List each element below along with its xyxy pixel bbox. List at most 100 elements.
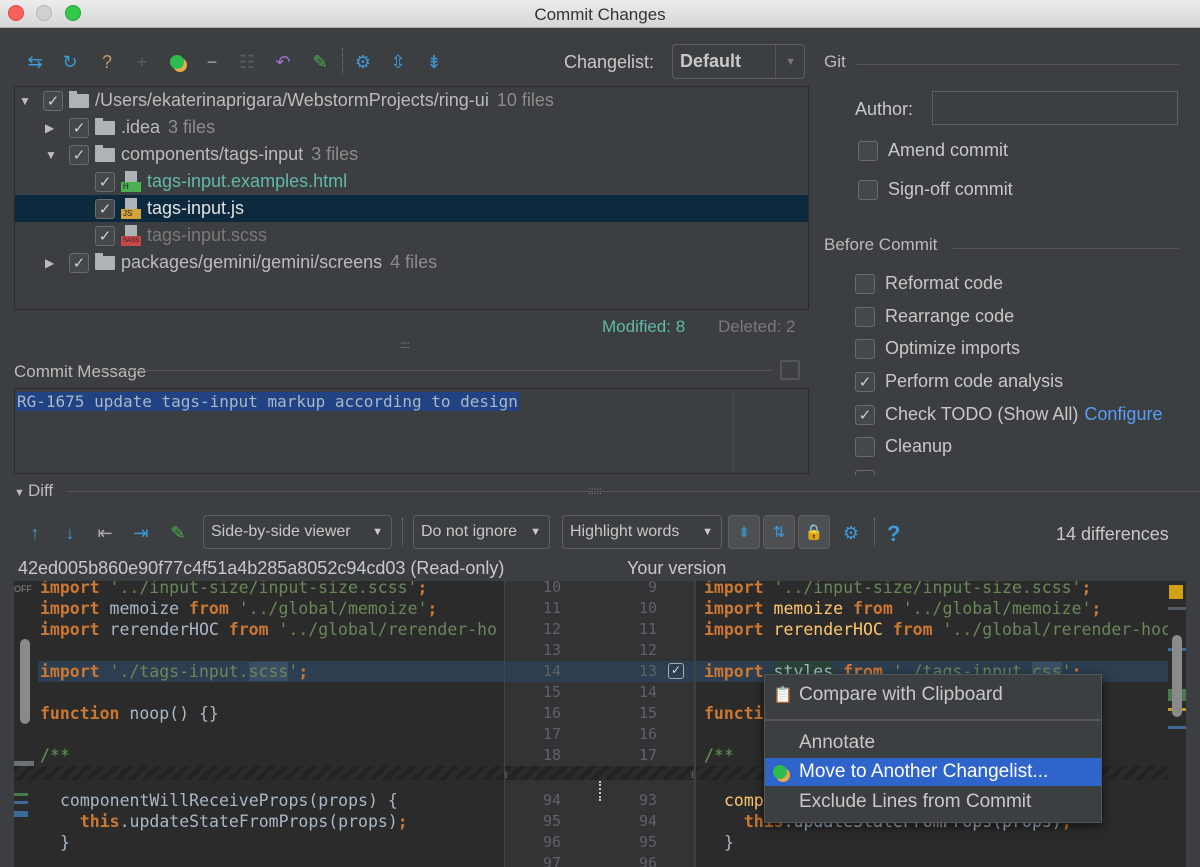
cleanup-checkbox[interactable]: Cleanup bbox=[855, 436, 952, 457]
row-checkbox[interactable]: ✓ bbox=[43, 90, 63, 111]
checkbox[interactable] bbox=[855, 306, 875, 327]
left-gutter-scrollbar[interactable] bbox=[20, 639, 30, 724]
checkbox[interactable] bbox=[855, 338, 875, 359]
rollback-icon[interactable]: ↶ bbox=[272, 51, 294, 73]
help-icon[interactable]: ? bbox=[887, 521, 900, 547]
row-checkbox[interactable]: ✓ bbox=[95, 225, 115, 246]
group-by-icon[interactable]: ☷ bbox=[236, 51, 258, 73]
checkbox[interactable] bbox=[858, 140, 878, 161]
checkbox[interactable]: ✓ bbox=[855, 371, 875, 392]
commit-message-input[interactable]: RG-1675 update tags-input markup accordi… bbox=[14, 388, 809, 474]
toolbar-separator bbox=[342, 48, 343, 74]
row-checkbox[interactable]: ✓ bbox=[95, 171, 115, 192]
left-editor[interactable]: OFF import '../input-size/input-size.scs… bbox=[14, 581, 504, 867]
line-number: 95 bbox=[542, 812, 561, 830]
collapse-arrow-icon[interactable]: ▶ bbox=[45, 256, 57, 270]
code-analysis-checkbox[interactable]: ✓ Perform code analysis bbox=[855, 371, 1063, 392]
viewer-dropdown[interactable]: Side-by-side viewer ▼ bbox=[203, 515, 392, 549]
row-checkbox[interactable]: ✓ bbox=[95, 198, 115, 219]
unversioned-files-icon[interactable]: ? bbox=[96, 51, 118, 73]
tree-row-idea[interactable]: ▶ ✓ .idea 3 files bbox=[15, 114, 808, 141]
optimize-imports-checkbox[interactable]: Optimize imports bbox=[855, 338, 1020, 359]
configure-link[interactable]: Configure bbox=[1084, 404, 1162, 425]
remove-icon[interactable]: − bbox=[201, 51, 223, 73]
menu-item-label: Move to Another Changelist... bbox=[799, 761, 1049, 782]
scrollbar-track[interactable] bbox=[1186, 581, 1200, 867]
collapse-unchanged-button[interactable]: ⇟ bbox=[728, 515, 760, 549]
splitter-handle[interactable]: ::::: bbox=[588, 486, 602, 497]
reformat-code-checkbox[interactable]: Reformat code bbox=[855, 273, 1003, 294]
line-number: 16 bbox=[542, 704, 561, 722]
splitter-handle[interactable] bbox=[599, 781, 602, 801]
line-number: 15 bbox=[638, 704, 657, 722]
rearrange-code-checkbox[interactable]: Rearrange code bbox=[855, 306, 1014, 327]
diff-label: Diff bbox=[27, 481, 54, 500]
warning-marker[interactable] bbox=[1169, 585, 1183, 599]
expand-fold-icon[interactable]: ⊞ bbox=[505, 770, 507, 781]
commit-message-text[interactable]: RG-1675 update tags-input markup accordi… bbox=[16, 392, 519, 411]
row-checkbox[interactable]: ✓ bbox=[69, 117, 89, 138]
highlight-dropdown[interactable]: Highlight words ▼ bbox=[562, 515, 722, 549]
code-line: componentWillReceiveProps(props) { bbox=[60, 791, 398, 810]
previous-file-icon[interactable]: ⇤ bbox=[94, 522, 116, 544]
refresh-icon[interactable]: ↻ bbox=[59, 51, 81, 73]
move-to-changelist-icon bbox=[773, 765, 787, 779]
author-input[interactable] bbox=[932, 91, 1178, 125]
changelist-dropdown[interactable]: Default ▼ bbox=[672, 44, 805, 79]
tree-row-root[interactable]: ▼ ✓ /Users/ekaterinaprigara/WebstormProj… bbox=[15, 87, 808, 114]
next-file-icon[interactable]: ⇥ bbox=[130, 522, 152, 544]
collapse-all-icon[interactable]: ⇟ bbox=[423, 51, 445, 73]
diff-section-toggle[interactable]: ▼ Diff bbox=[14, 481, 53, 501]
expand-arrow-icon[interactable]: ▼ bbox=[45, 148, 57, 162]
error-stripe[interactable] bbox=[1168, 581, 1186, 867]
menu-item-exclude-lines[interactable]: Exclude Lines from Commit bbox=[765, 788, 1101, 816]
collapsed-region[interactable] bbox=[14, 766, 504, 780]
checkbox-label: Reformat code bbox=[885, 273, 1004, 293]
tree-row-components[interactable]: ▼ ✓ components/tags-input 3 files bbox=[15, 141, 808, 168]
change-marker bbox=[1168, 607, 1186, 610]
js-file-icon: JS bbox=[121, 197, 141, 220]
checkbox[interactable] bbox=[858, 179, 878, 200]
move-to-changelist-icon[interactable] bbox=[166, 51, 188, 73]
ignore-whitespace-dropdown[interactable]: Do not ignore ▼ bbox=[413, 515, 550, 549]
menu-item-move-to-changelist[interactable]: Move to Another Changelist... bbox=[765, 758, 1101, 786]
file-count: 4 files bbox=[390, 252, 438, 272]
menu-item-compare-clipboard[interactable]: 📋 Compare with Clipboard bbox=[765, 681, 1101, 709]
edit-source-icon[interactable]: ✎ bbox=[167, 522, 189, 544]
menu-item-annotate[interactable]: Annotate bbox=[765, 729, 1101, 757]
row-checkbox[interactable]: ✓ bbox=[69, 144, 89, 165]
add-icon[interactable]: + bbox=[131, 51, 153, 73]
row-checkbox[interactable]: ✓ bbox=[69, 252, 89, 273]
tree-row-file-scss[interactable]: ✓ SASS tags-input.scss bbox=[15, 222, 808, 249]
vertical-scrollbar-thumb[interactable] bbox=[1172, 635, 1182, 717]
collapse-arrow-icon[interactable]: ▶ bbox=[45, 121, 57, 135]
include-change-checkbox[interactable]: ✓ bbox=[668, 663, 684, 679]
edit-source-icon[interactable]: ✎ bbox=[309, 51, 331, 73]
right-margin-line bbox=[733, 389, 734, 473]
checkbox[interactable] bbox=[855, 436, 875, 457]
next-difference-icon[interactable]: ↓ bbox=[59, 522, 81, 544]
signoff-commit-checkbox[interactable]: Sign-off commit bbox=[858, 179, 1013, 200]
collapsed-region[interactable] bbox=[505, 766, 694, 780]
splitter-handle[interactable]: ::::: bbox=[400, 340, 410, 351]
separator bbox=[68, 491, 1200, 492]
expand-all-icon[interactable]: ⇳ bbox=[387, 51, 409, 73]
chevron-down-icon: ▼ bbox=[530, 526, 541, 538]
check-todo-checkbox[interactable]: ✓ Check TODO (Show All) Configure bbox=[855, 404, 1162, 425]
tree-row-packages[interactable]: ▶ ✓ packages/gemini/gemini/screens 4 fil… bbox=[15, 249, 808, 276]
checkbox[interactable]: ✓ bbox=[855, 404, 875, 425]
settings-icon[interactable]: ⚙ bbox=[352, 51, 374, 73]
tree-row-file-js[interactable]: ✓ JS tags-input.js bbox=[15, 195, 808, 222]
previous-difference-icon[interactable]: ↑ bbox=[24, 522, 46, 544]
show-diff-icon[interactable]: ⇆ bbox=[24, 51, 46, 73]
tree-row-file-html[interactable]: ✓ H tags-input.examples.html bbox=[15, 168, 808, 195]
diff-settings-icon[interactable]: ⚙ bbox=[840, 522, 862, 544]
line-number: 10 bbox=[542, 581, 561, 596]
expand-fold-icon[interactable]: ⊞ bbox=[691, 770, 694, 781]
checkbox[interactable] bbox=[855, 273, 875, 294]
commit-history-icon[interactable] bbox=[780, 360, 800, 380]
amend-commit-checkbox[interactable]: Amend commit bbox=[858, 140, 1008, 161]
sync-scroll-button[interactable]: ⇅ bbox=[763, 515, 795, 549]
lock-icon[interactable]: 🔒 bbox=[798, 515, 830, 549]
expand-arrow-icon[interactable]: ▼ bbox=[19, 94, 31, 108]
